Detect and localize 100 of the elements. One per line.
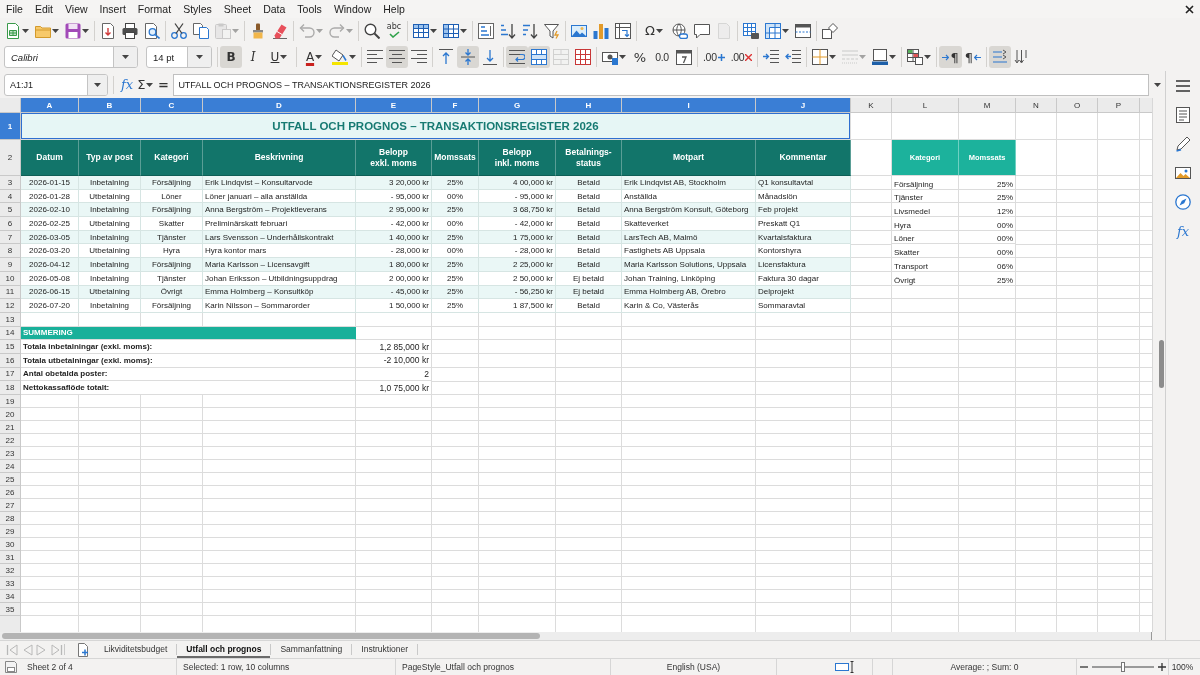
scrollbar-thumb[interactable] — [1159, 340, 1164, 388]
add-sheet-button[interactable] — [75, 642, 89, 657]
formula-button[interactable]: = — [155, 73, 172, 96]
bold-button[interactable]: B — [220, 46, 242, 68]
caret-icon — [782, 28, 789, 33]
menu-item[interactable]: Edit — [28, 3, 59, 15]
font-color-button[interactable]: A — [299, 46, 329, 68]
menu-item[interactable]: File — [0, 3, 29, 15]
row-header[interactable]: 8 — [0, 244, 21, 259]
menu-item[interactable]: Insert — [93, 3, 132, 15]
table-cell: Maria Karlsson Solutions, Uppsala — [622, 258, 756, 272]
row-header[interactable]: 18 — [0, 381, 21, 395]
table-cell: 1 50,000 kr — [356, 299, 432, 313]
underline-button[interactable]: U — [264, 46, 294, 68]
table-cell: 1 80,000 kr — [356, 258, 432, 272]
zoom-in-button[interactable] — [1157, 662, 1167, 672]
left-to-right-button[interactable]: ¶ — [939, 46, 962, 68]
skip-end-icon — [50, 643, 63, 656]
page-magnifier-icon — [144, 22, 160, 39]
minus-icon — [1080, 663, 1088, 671]
caret-icon — [52, 28, 59, 33]
summary-value: 1,0 75,000 kr — [356, 381, 432, 395]
horizontal-scrollbar[interactable] — [0, 632, 1152, 640]
table-cell: 00% — [432, 217, 479, 231]
percent-button[interactable]: % — [629, 46, 651, 68]
sum-button[interactable]: Σ — [135, 73, 156, 96]
slider-thumb[interactable] — [1121, 662, 1125, 672]
unmerge-cells-button[interactable] — [572, 46, 594, 68]
wrap-text-button[interactable] — [506, 46, 528, 68]
caret-icon — [280, 55, 288, 59]
menu-item[interactable]: Window — [327, 3, 378, 15]
skip-start-icon — [5, 643, 18, 656]
column-heading: Typ av post — [79, 140, 141, 176]
calendar-icon — [676, 49, 692, 65]
rectangle-text-cursor-icon — [835, 661, 854, 673]
zoom-level[interactable]: 100% — [1171, 662, 1194, 672]
menu-item[interactable]: Styles — [177, 3, 218, 15]
table-cell: Maria Karlsson – Licensavgift — [203, 258, 356, 272]
align-center-button[interactable] — [386, 46, 408, 68]
sheet-tab[interactable]: Sammanfattning — [271, 641, 352, 658]
globe-icon — [672, 22, 688, 39]
functions-button[interactable]: fx — [1171, 219, 1195, 243]
language[interactable]: English (USA) — [666, 662, 721, 672]
menu-item[interactable]: View — [59, 3, 94, 15]
right-to-left-button[interactable]: ¶ — [961, 46, 984, 68]
sheet-tab[interactable]: Likviditetsbudget — [95, 641, 177, 658]
dropdown-button[interactable] — [187, 47, 211, 67]
delete-decimal-button[interactable]: .00 — [727, 46, 756, 68]
sheet-title: UTFALL OCH PROGNOS – TRANSAKTIONSREGISTER 2026 — [21, 113, 851, 140]
menu-item[interactable]: Tools — [291, 3, 328, 15]
table-cell: Preskatt Q1 — [756, 217, 851, 231]
border-color-icon — [872, 49, 889, 65]
special-character-button[interactable]: Ω — [639, 19, 669, 42]
vertical-text-icon — [1013, 49, 1030, 65]
column-header[interactable]: E — [356, 98, 432, 113]
dropdown-button[interactable] — [87, 74, 107, 95]
table-cell: Kontorshyra — [756, 244, 851, 259]
column-header[interactable]: B — [79, 98, 141, 113]
italic-button[interactable]: I — [242, 46, 264, 68]
name-box[interactable]: A1:J1 — [4, 73, 108, 96]
document-arrow-icon — [100, 22, 116, 39]
column-heading: Betalnings- status — [556, 140, 622, 176]
row-header[interactable]: 1 — [0, 113, 21, 140]
menu-item[interactable]: Format — [131, 3, 178, 15]
column-heading: Belopp inkl. moms — [479, 140, 556, 176]
column-header[interactable]: C — [141, 98, 203, 113]
formula-input[interactable]: UTFALL OCH PROGNOS – TRANSAKTIONSREGISTER 2026 — [173, 73, 1149, 96]
scrollbar-thumb[interactable] — [2, 633, 540, 639]
column-header[interactable]: I — [622, 98, 756, 113]
caret-icon — [430, 28, 437, 33]
table-cell: Sommaravtal — [756, 299, 851, 313]
merge-center-button[interactable] — [528, 46, 550, 68]
font-name-field[interactable]: Calibri — [4, 46, 138, 68]
close-button[interactable] — [1185, 4, 1194, 14]
table-cell: Erik Lindqvist – Konsultarvode — [203, 176, 356, 190]
column-header[interactable]: A — [21, 98, 79, 113]
sort-ascending-icon — [500, 22, 516, 39]
caret-icon — [859, 55, 867, 59]
table-cell: Utbetalning — [79, 244, 141, 259]
spelling-button[interactable]: abc — [383, 19, 405, 42]
font-size-field[interactable]: 14 pt — [146, 46, 212, 68]
align-middle-button[interactable] — [457, 46, 479, 68]
column-header[interactable]: G — [479, 98, 556, 113]
function-wizard-button[interactable]: fx — [119, 73, 136, 96]
column-header[interactable]: D — [203, 98, 356, 113]
table-printer-icon — [743, 22, 759, 39]
sheet-tab[interactable]: Instruktioner — [352, 641, 418, 658]
sheet-tab[interactable]: Utfall och prognos — [177, 641, 271, 658]
column-header[interactable]: J — [756, 98, 851, 113]
caret-icon — [94, 82, 101, 87]
menu-item[interactable]: Data — [257, 3, 292, 15]
spreadsheet-grid[interactable] — [0, 98, 1152, 632]
column-header[interactable]: F — [432, 98, 479, 113]
menu-item[interactable]: Help — [377, 3, 411, 15]
table-cell: 2026-03-20 — [21, 244, 79, 259]
number-button[interactable]: 0.0 — [651, 46, 673, 68]
column-header[interactable]: H — [556, 98, 622, 113]
add-decimal-button[interactable]: .00 — [700, 46, 728, 68]
menu-item[interactable]: Sheet — [217, 3, 258, 15]
dropdown-button[interactable] — [113, 47, 137, 67]
